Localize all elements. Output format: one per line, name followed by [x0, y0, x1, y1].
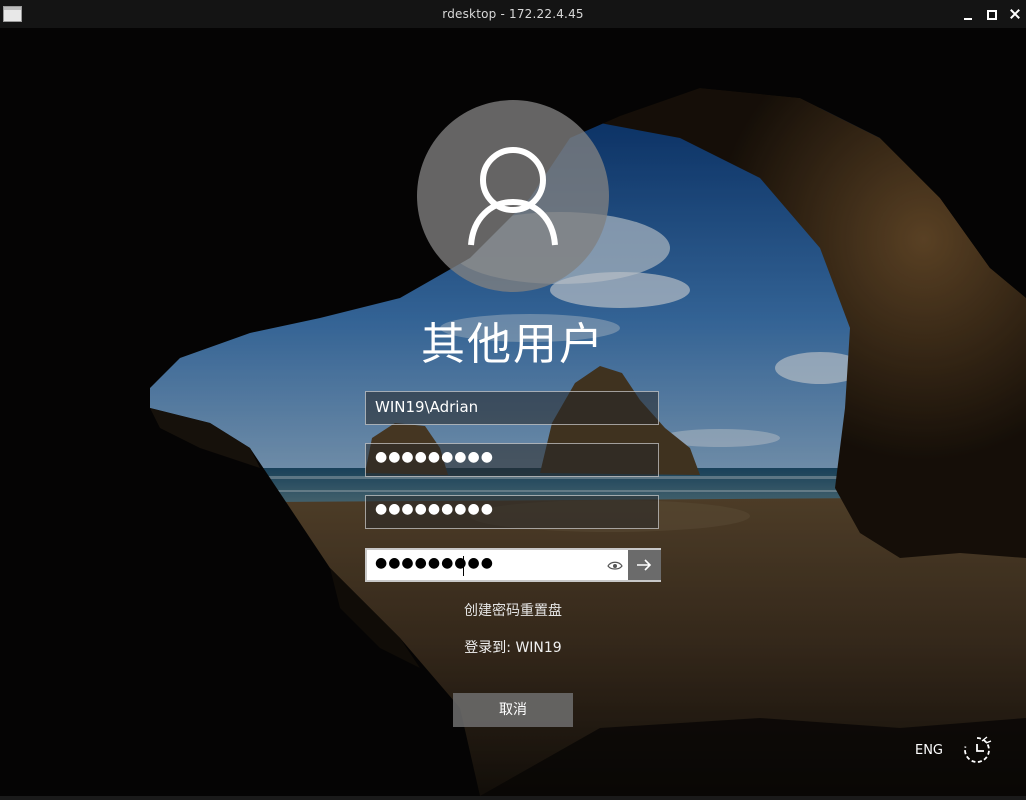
window-titlebar: rdesktop - 172.22.4.45	[0, 0, 1026, 28]
language-indicator[interactable]: ENG	[905, 743, 953, 758]
window-title: rdesktop - 172.22.4.45	[442, 7, 584, 21]
user-name-title: 其他用户	[421, 319, 605, 370]
close-icon[interactable]	[1006, 4, 1024, 24]
eye-icon[interactable]	[605, 556, 625, 576]
user-icon	[468, 147, 558, 246]
minimize-icon[interactable]	[959, 4, 977, 24]
user-avatar	[417, 100, 609, 292]
password-value: ●●●●●●●●●	[375, 555, 494, 571]
window-bottom-border	[0, 796, 1026, 800]
ease-of-access-icon[interactable]	[960, 733, 994, 767]
password-field-1[interactable]: ●●●●●●●●●	[365, 443, 659, 477]
text-caret	[463, 556, 464, 576]
submit-button[interactable]	[628, 550, 661, 580]
maximize-icon[interactable]	[983, 4, 1001, 24]
sign-in-to-label: 登录到: WIN19	[464, 640, 562, 656]
arrow-right-icon	[637, 559, 652, 571]
username-field[interactable]: WIN19\Adrian	[365, 391, 659, 425]
password-field-2[interactable]: ●●●●●●●●●	[365, 495, 659, 529]
password-field-active[interactable]: ●●●●●●●●●	[365, 548, 661, 582]
cancel-button[interactable]: 取消	[453, 693, 573, 727]
create-reset-disk-link[interactable]: 创建密码重置盘	[313, 600, 713, 620]
lock-screen: 其他用户 WIN19\Adrian ●●●●●●●●● ●●●●●●●●● ●●…	[0, 28, 1026, 796]
